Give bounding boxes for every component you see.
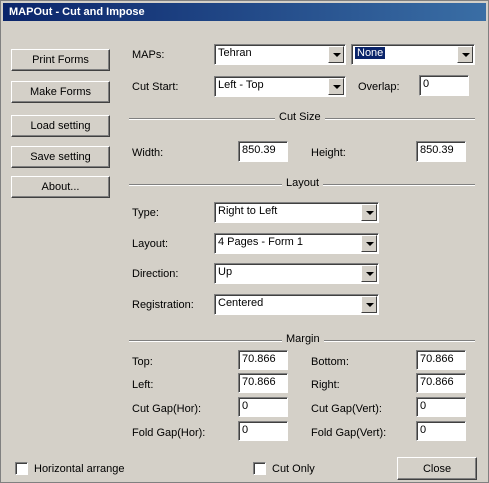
- left-input[interactable]: 70.866: [238, 373, 288, 393]
- direction-select[interactable]: Up: [214, 263, 379, 284]
- cut-gap-hor-input[interactable]: 0: [238, 397, 288, 417]
- maps-secondary-select[interactable]: None: [351, 44, 475, 65]
- cut-start-value: Left - Top: [218, 79, 264, 91]
- mapout-window: MAPOut - Cut and Impose Print Forms Make…: [0, 0, 489, 483]
- top-label: Top:: [132, 356, 153, 368]
- maps-label: MAPs:: [132, 49, 165, 61]
- fold-gap-vert-label: Fold Gap(Vert):: [311, 427, 387, 439]
- about-button[interactable]: About...: [11, 176, 110, 198]
- overlap-label: Overlap:: [358, 81, 400, 93]
- fold-gap-hor-input[interactable]: 0: [238, 421, 288, 441]
- save-setting-button[interactable]: Save setting: [11, 146, 110, 168]
- fold-gap-hor-label: Fold Gap(Hor):: [132, 427, 206, 439]
- layout-title: Layout: [282, 177, 324, 189]
- load-setting-button[interactable]: Load setting: [11, 115, 110, 137]
- title-bar[interactable]: MAPOut - Cut and Impose: [3, 3, 486, 21]
- direction-value: Up: [218, 266, 233, 278]
- window-title: MAPOut - Cut and Impose: [9, 6, 145, 18]
- layout-dropdown-arrow-icon[interactable]: [361, 235, 377, 252]
- direction-dropdown-arrow-icon[interactable]: [361, 265, 377, 282]
- fold-gap-vert-input[interactable]: 0: [416, 421, 466, 441]
- make-forms-button[interactable]: Make Forms: [11, 81, 110, 103]
- maps-secondary-dropdown-arrow-icon[interactable]: [457, 46, 473, 63]
- cut-only-label: Cut Only: [272, 463, 315, 475]
- cut-start-label: Cut Start:: [132, 81, 179, 93]
- registration-value: Centered: [218, 297, 264, 309]
- maps-select[interactable]: Tehran: [214, 44, 346, 65]
- registration-select[interactable]: Centered: [214, 294, 379, 315]
- bottom-input[interactable]: 70.866: [416, 350, 466, 370]
- right-input[interactable]: 70.866: [416, 373, 466, 393]
- close-button[interactable]: Close: [397, 457, 477, 480]
- registration-label: Registration:: [132, 299, 194, 311]
- print-forms-button[interactable]: Print Forms: [11, 49, 110, 71]
- right-label: Right:: [311, 379, 340, 391]
- height-input[interactable]: 850.39: [416, 141, 466, 162]
- cut-start-select[interactable]: Left - Top: [214, 76, 346, 97]
- bottom-label: Bottom:: [311, 356, 349, 368]
- top-input[interactable]: 70.866: [238, 350, 288, 370]
- maps-dropdown-arrow-icon[interactable]: [328, 46, 344, 63]
- cut-gap-vert-label: Cut Gap(Vert):: [311, 403, 382, 415]
- layout-select[interactable]: 4 Pages - Form 1: [214, 233, 379, 254]
- margin-title: Margin: [282, 333, 324, 345]
- maps-select-value: Tehran: [218, 47, 252, 59]
- width-label: Width:: [132, 147, 164, 159]
- height-label: Height:: [311, 147, 346, 159]
- horizontal-arrange-label: Horizontal arrange: [34, 463, 125, 475]
- layout-label: Layout:: [132, 238, 169, 250]
- cut-gap-hor-label: Cut Gap(Hor):: [132, 403, 202, 415]
- type-value: Right to Left: [218, 205, 278, 217]
- type-select[interactable]: Right to Left: [214, 202, 379, 223]
- cut-gap-vert-input[interactable]: 0: [416, 397, 466, 417]
- cut-size-title: Cut Size: [275, 111, 325, 123]
- horizontal-arrange-checkbox[interactable]: [15, 462, 28, 475]
- width-input[interactable]: 850.39: [238, 141, 288, 162]
- type-dropdown-arrow-icon[interactable]: [361, 204, 377, 221]
- cut-start-dropdown-arrow-icon[interactable]: [328, 78, 344, 95]
- registration-dropdown-arrow-icon[interactable]: [361, 296, 377, 313]
- layout-value: 4 Pages - Form 1: [218, 236, 303, 248]
- maps-secondary-value: None: [355, 47, 386, 59]
- cut-only-checkbox[interactable]: [253, 462, 266, 475]
- direction-label: Direction:: [132, 268, 179, 280]
- type-label: Type:: [132, 207, 159, 219]
- left-label: Left:: [132, 379, 154, 391]
- overlap-input[interactable]: 0: [419, 75, 469, 96]
